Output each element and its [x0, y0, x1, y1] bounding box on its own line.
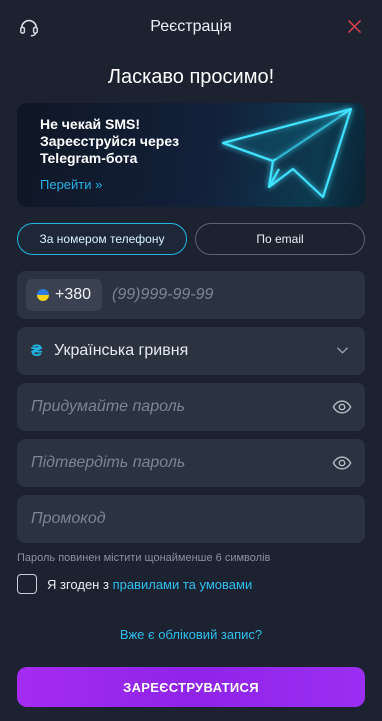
welcome-heading: Ласкаво просимо!	[107, 66, 275, 88]
headset-icon[interactable]	[18, 16, 40, 38]
terms-text: Я згоден з правилами та умовами	[47, 577, 252, 592]
confirm-password-field[interactable]: Підтвердіть пароль	[17, 439, 365, 487]
password-hint: Пароль повинен містити щонайменше 6 симв…	[17, 552, 271, 564]
currency-select[interactable]: ₴ Українська гривня	[17, 327, 365, 375]
tab-phone[interactable]: За номером телефону	[17, 223, 187, 255]
tab-email[interactable]: По email	[195, 223, 365, 255]
banner-link[interactable]: Перейти »	[40, 177, 102, 192]
eye-icon[interactable]	[332, 398, 352, 416]
registration-method-tabs: За номером телефону По email	[17, 223, 365, 255]
phone-field[interactable]: +380 (99)999-99-99	[17, 271, 365, 319]
currency-label: Українська гривня	[54, 342, 189, 359]
telegram-banner[interactable]: Не чекай SMS! Зареєструйся через Telegra…	[17, 103, 365, 207]
confirm-password-placeholder: Підтвердіть пароль	[31, 454, 186, 471]
telegram-plane-icon	[221, 107, 353, 199]
login-link[interactable]: Вже є обліковий запис?	[0, 627, 382, 642]
hryvnia-icon: ₴	[31, 341, 43, 360]
close-icon[interactable]	[347, 19, 362, 34]
eye-icon[interactable]	[332, 454, 352, 472]
register-button[interactable]: ЗАРЕЄСТРУВАТИСЯ	[17, 667, 365, 707]
country-code-selector[interactable]: +380	[26, 279, 102, 311]
terms-checkbox[interactable]	[17, 574, 37, 594]
country-code: +380	[54, 286, 92, 303]
password-placeholder: Придумайте пароль	[31, 398, 186, 415]
promo-code-field[interactable]: Промокод	[17, 495, 365, 543]
phone-placeholder: (99)999-99-99	[112, 286, 214, 303]
terms-prefix: Я згоден з	[47, 576, 109, 592]
terms-agreement: Я згоден з правилами та умовами	[17, 574, 252, 594]
terms-link[interactable]: правилами та умовами	[113, 577, 253, 592]
password-field[interactable]: Придумайте пароль	[17, 383, 365, 431]
banner-text: Не чекай SMS! Зареєструйся через Telegra…	[40, 116, 180, 166]
ukraine-flag-icon	[36, 289, 49, 301]
modal-header: Реєстрація	[0, 0, 382, 54]
chevron-down-icon	[337, 347, 348, 354]
modal-title: Реєстрація	[150, 18, 232, 35]
promo-placeholder: Промокод	[31, 510, 106, 527]
